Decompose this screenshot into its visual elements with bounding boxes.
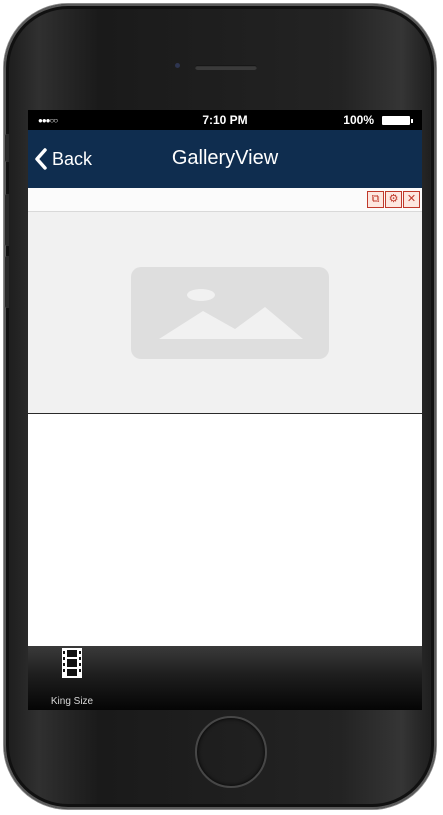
film-strip-icon [62, 648, 82, 678]
screen: ●●●○○ 7:10 PM 100% Back GalleryView ⧉ ⚙ … [28, 110, 422, 710]
home-button[interactable] [195, 716, 267, 788]
close-icon[interactable]: ✕ [403, 191, 420, 208]
front-camera [175, 63, 180, 68]
battery-percent: 100% [343, 113, 374, 127]
phone-frame: ●●●○○ 7:10 PM 100% Back GalleryView ⧉ ⚙ … [4, 4, 436, 809]
gear-icon[interactable]: ⚙ [385, 191, 402, 208]
earpiece-speaker [195, 65, 257, 70]
navigation-bar: Back GalleryView [28, 130, 422, 188]
tab-king-size[interactable]: King Size [42, 648, 102, 708]
tab-bar: King Size [28, 646, 422, 710]
image-placeholder-icon [131, 267, 329, 359]
volume-down-button [4, 256, 9, 308]
page-title: GalleryView [171, 147, 279, 169]
content-area [28, 414, 422, 646]
battery-icon [382, 116, 413, 125]
gallery-image[interactable] [28, 212, 422, 414]
volume-up-button [4, 194, 9, 246]
status-bar: ●●●○○ 7:10 PM 100% [28, 110, 422, 130]
mute-switch [4, 134, 9, 162]
tab-label-king-size: King Size [50, 696, 94, 707]
widget-toolbar: ⧉ ⚙ ✕ [28, 188, 422, 212]
widget-controls: ⧉ ⚙ ✕ [367, 191, 420, 208]
copy-icon[interactable]: ⧉ [367, 191, 384, 208]
